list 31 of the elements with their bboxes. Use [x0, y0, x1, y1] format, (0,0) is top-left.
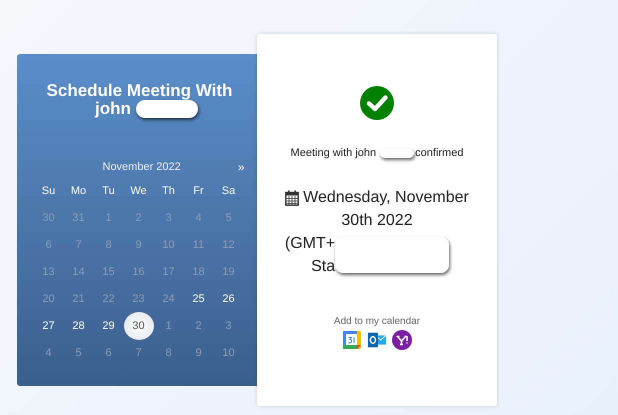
calendar-day[interactable]: 28 [64, 312, 94, 339]
check-icon [360, 86, 394, 120]
calendar-icon [285, 190, 300, 206]
calendar-day[interactable]: 29 [94, 312, 124, 339]
month-label: November 2022 [102, 161, 181, 173]
timezone-text: (GMT+ [284, 234, 336, 254]
scheduler-title: Schedule Meeting With [46, 82, 232, 100]
weekday-label: We [129, 184, 148, 198]
date-text: Wednesday, November [303, 188, 469, 208]
weekday-label: Sa [220, 184, 236, 198]
redaction-mark [380, 148, 414, 158]
next-month-button[interactable]: » [238, 160, 244, 174]
weekday-label: Th [161, 184, 176, 198]
y-logo-icon[interactable] [392, 330, 412, 350]
confirmation-text: Meeting with john [290, 147, 376, 159]
weekday-label: Mo [70, 184, 88, 198]
confirmation-text: confirmed [415, 147, 464, 159]
redaction-mark [136, 100, 198, 118]
weekday-label: Tu [101, 184, 116, 198]
mail-app-icon[interactable] [367, 330, 387, 350]
timezone-text: Sta [311, 257, 336, 277]
weekday-label: Su [40, 184, 56, 198]
calendar-day[interactable]: 30 [124, 312, 154, 340]
scheduler-title: john [95, 100, 131, 118]
add-to-calendar-label: Add to my calendar [334, 316, 420, 327]
calendar-app-icon[interactable] [342, 330, 362, 350]
weekday-label: Fr [192, 184, 205, 198]
calendar-day[interactable]: 26 [214, 285, 244, 312]
calendar-day[interactable]: 25 [184, 285, 214, 312]
date-text: 30th 2022 [341, 211, 413, 231]
calendar-day[interactable]: 27 [34, 312, 64, 339]
